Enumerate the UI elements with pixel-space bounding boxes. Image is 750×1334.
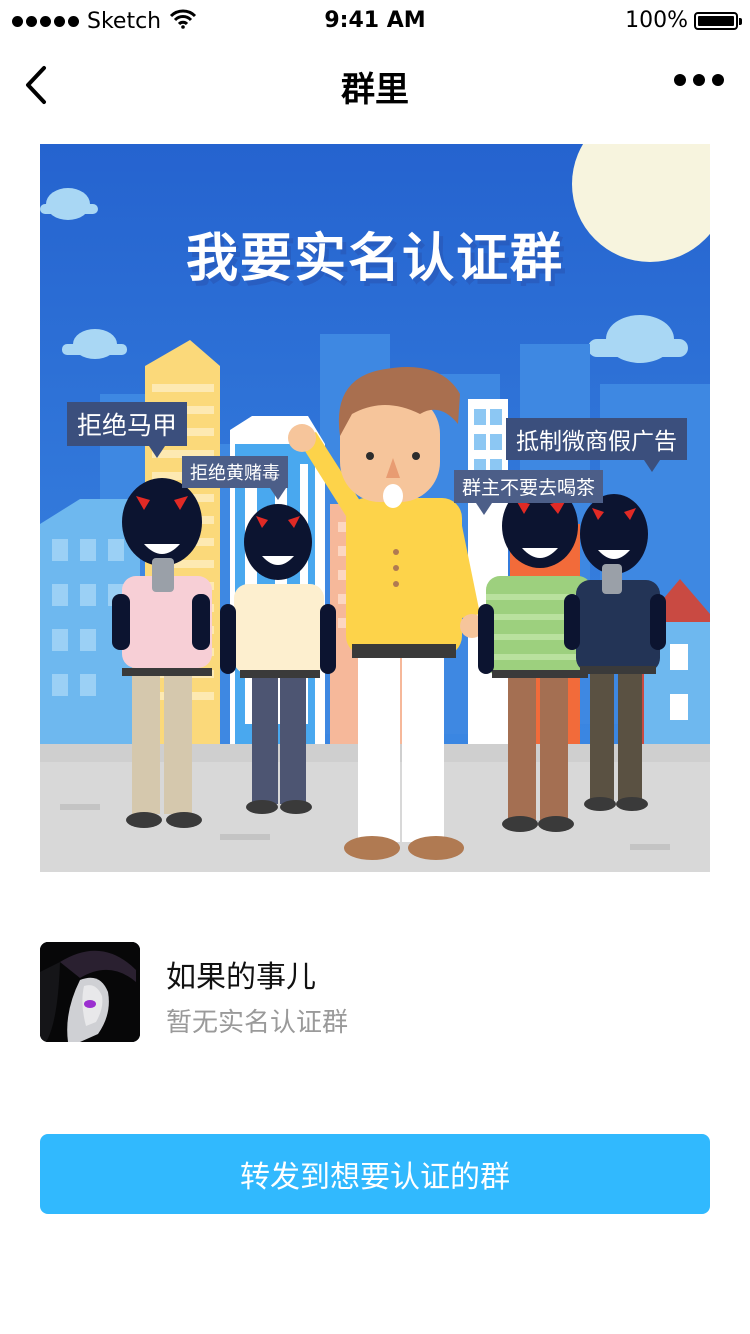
battery-icon <box>694 11 742 30</box>
speech-bubble: 拒绝马甲 <box>67 402 188 458</box>
profile-name: 如果的事儿 <box>166 960 316 995</box>
building <box>468 399 508 749</box>
avatar <box>40 942 140 1042</box>
more-dot <box>693 74 705 86</box>
more-dot <box>712 74 724 86</box>
profile-row: 如果的事儿 暂无实名认证群 <box>40 942 710 1042</box>
poster-title: 我要实名认证群 <box>185 229 564 289</box>
forward-to-group-button[interactable]: 转发到想要认证的群 <box>40 1134 710 1214</box>
more-dot <box>674 74 686 86</box>
speech-bubble: 群主不要去喝茶 <box>454 470 604 515</box>
speech-bubble: 抵制微商假广告 <box>506 418 687 472</box>
poster-illustration: 我要实名认证群 拒绝马甲 拒绝黄赌毒 抵制微商假广告 群主不要去喝茶 <box>40 144 710 872</box>
status-bar: Sketch 9:41 AM 100% <box>0 0 750 40</box>
speech-bubble: 拒绝黄赌毒 <box>182 456 288 500</box>
navigation-bar: 群里 <box>0 40 750 130</box>
verification-status: 暂无实名认证群 <box>166 1008 349 1038</box>
page-title: 群里 <box>341 70 409 110</box>
status-bar-right: 100% <box>625 8 742 33</box>
battery-fill <box>698 15 734 26</box>
more-button[interactable] <box>674 74 724 86</box>
battery-percentage: 100% <box>625 8 688 33</box>
